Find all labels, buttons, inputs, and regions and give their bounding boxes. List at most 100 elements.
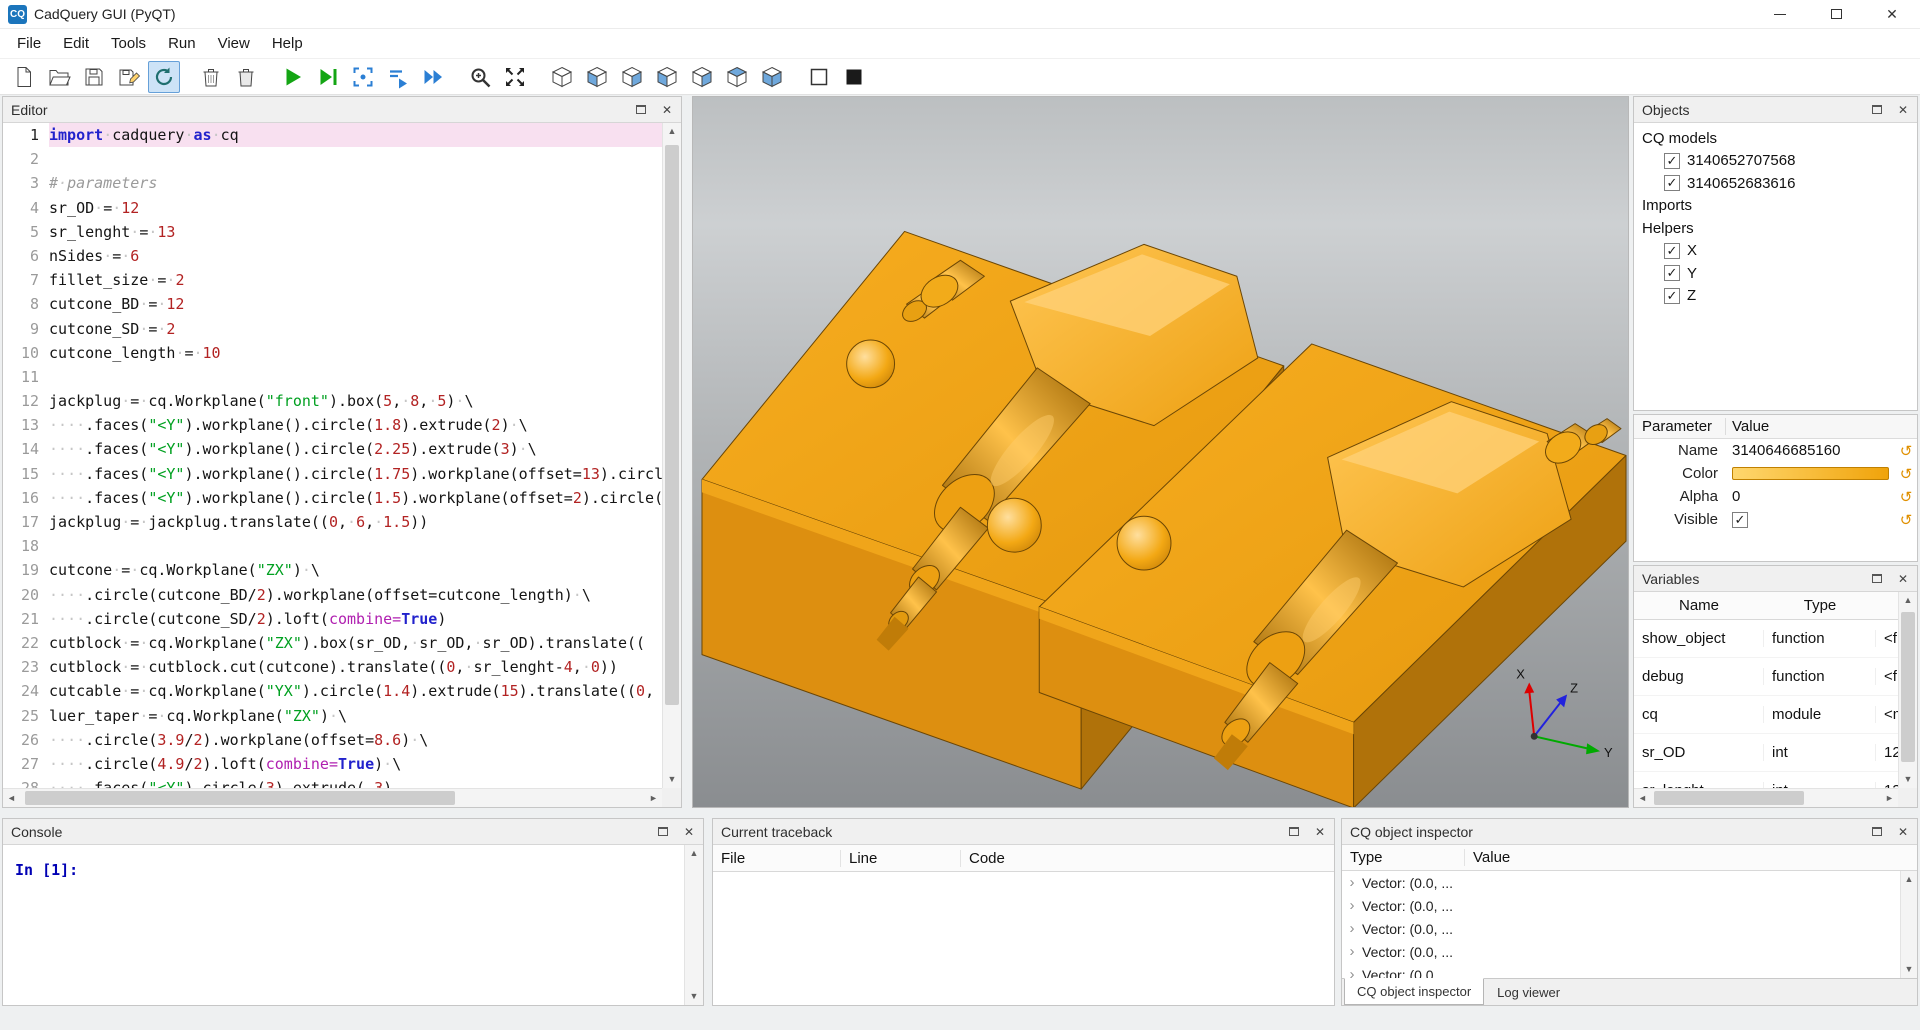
view-top-button[interactable]	[721, 61, 753, 93]
view-left-button[interactable]	[651, 61, 683, 93]
autoreload-button[interactable]	[148, 61, 180, 93]
expand-chevron-icon[interactable]: ›	[1342, 920, 1362, 937]
expand-chevron-icon[interactable]: ›	[1342, 874, 1362, 891]
variable-row[interactable]: show_objectfunction<f	[1634, 620, 1898, 658]
inspector-row[interactable]: ›Vector: (0.0, ...	[1342, 963, 1900, 978]
scroll-right-icon[interactable]: ►	[1881, 789, 1898, 807]
tree-item-3140652683616[interactable]: ✓3140652683616	[1634, 172, 1917, 195]
continue-button[interactable]	[417, 61, 449, 93]
close-button[interactable]: ✕	[1864, 0, 1920, 28]
checkbox-checked-icon[interactable]: ✓	[1664, 175, 1680, 191]
editor-dock-titlebar[interactable]: Editor ✕	[3, 97, 681, 123]
variables-dock-titlebar[interactable]: Variables ✕	[1634, 566, 1917, 592]
debug-button[interactable]	[312, 61, 344, 93]
float-panel-icon[interactable]	[1869, 824, 1885, 840]
zoom-fit-button[interactable]	[464, 61, 496, 93]
scroll-down-icon[interactable]: ▼	[685, 988, 703, 1005]
tree-item-z[interactable]: ✓Z	[1634, 285, 1917, 308]
scroll-left-icon[interactable]: ◄	[1634, 789, 1651, 807]
code-line[interactable]: 5sr_lenght·=·13	[3, 220, 662, 244]
scroll-down-icon[interactable]: ▼	[663, 771, 681, 788]
scrollbar-thumb[interactable]	[1901, 612, 1915, 762]
float-panel-icon[interactable]	[1286, 824, 1302, 840]
save-as-button[interactable]	[113, 61, 145, 93]
code-line[interactable]: 8cutcone_BD·=·12	[3, 292, 662, 316]
render-button[interactable]	[277, 61, 309, 93]
close-panel-icon[interactable]: ✕	[681, 824, 697, 840]
menu-tools[interactable]: Tools	[100, 31, 157, 56]
variable-row[interactable]: cqmodule<m	[1634, 696, 1898, 734]
reset-icon[interactable]: ↺	[1895, 442, 1917, 460]
menu-file[interactable]: File	[6, 31, 52, 56]
code-line[interactable]: 22cutblock·=·cq.Workplane("ZX").box(sr_O…	[3, 631, 662, 655]
color-swatch[interactable]	[1732, 467, 1889, 480]
scroll-up-icon[interactable]: ▲	[1899, 592, 1917, 609]
checkbox-checked-icon[interactable]: ✓	[1664, 243, 1680, 259]
code-line[interactable]: 18	[3, 534, 662, 558]
viewport-3d[interactable]: X Z Y	[692, 96, 1629, 808]
console-vertical-scrollbar[interactable]: ▲ ▼	[684, 845, 703, 1005]
editor-vertical-scrollbar[interactable]: ▲ ▼	[662, 123, 681, 788]
open-file-button[interactable]	[43, 61, 75, 93]
variable-row[interactable]: sr_ODint12	[1634, 734, 1898, 772]
scroll-right-icon[interactable]: ►	[645, 789, 662, 807]
variables-horizontal-scrollbar[interactable]: ◄ ►	[1634, 788, 1898, 807]
view-right-button[interactable]	[686, 61, 718, 93]
scroll-up-icon[interactable]: ▲	[1901, 871, 1917, 888]
save-button[interactable]	[78, 61, 110, 93]
close-panel-icon[interactable]: ✕	[1895, 102, 1911, 118]
view-iso-button[interactable]	[546, 61, 578, 93]
scroll-down-icon[interactable]: ▼	[1899, 771, 1917, 788]
clear-console-button[interactable]	[195, 61, 227, 93]
scroll-up-icon[interactable]: ▲	[663, 123, 681, 140]
console-input-area[interactable]: In [1]:	[3, 845, 684, 1005]
parameter-row-color[interactable]: Color↺	[1634, 462, 1917, 485]
inspector-row[interactable]: ›Vector: (0.0, ...	[1342, 894, 1900, 917]
code-line[interactable]: 6nSides·=·6	[3, 244, 662, 268]
scrollbar-thumb[interactable]	[665, 145, 679, 705]
code-line[interactable]: 23cutblock·=·cutblock.cut(cutcone).trans…	[3, 655, 662, 679]
code-line[interactable]: 16····.faces("<Y").workplane().circle(1.…	[3, 486, 662, 510]
parameter-row-visible[interactable]: Visible✓↺	[1634, 508, 1917, 531]
view-back-button[interactable]	[616, 61, 648, 93]
close-panel-icon[interactable]: ✕	[1895, 824, 1911, 840]
parameter-row-alpha[interactable]: Alpha0↺	[1634, 485, 1917, 508]
expand-chevron-icon[interactable]: ›	[1342, 966, 1362, 978]
wireframe-button[interactable]	[803, 61, 835, 93]
code-line[interactable]: 20····.circle(cutcone_BD/2).workplane(of…	[3, 583, 662, 607]
menu-view[interactable]: View	[207, 31, 261, 56]
code-line[interactable]: 24cutcable·=·cq.Workplane("YX").circle(1…	[3, 679, 662, 703]
checkbox-checked-icon[interactable]: ✓	[1664, 288, 1680, 304]
code-line[interactable]: 2	[3, 147, 662, 171]
code-line[interactable]: 13····.faces("<Y").workplane().circle(1.…	[3, 413, 662, 437]
parameter-row-name[interactable]: Name3140646685160↺	[1634, 439, 1917, 462]
traceback-dock-titlebar[interactable]: Current traceback ✕	[713, 819, 1334, 845]
code-editor[interactable]: 1import·cadquery·as·cq23#·parameters4sr_…	[3, 123, 662, 788]
minimize-button[interactable]	[1752, 0, 1808, 28]
checkbox-checked-icon[interactable]: ✓	[1664, 265, 1680, 281]
close-panel-icon[interactable]: ✕	[1895, 571, 1911, 587]
reset-icon[interactable]: ↺	[1895, 511, 1917, 529]
scroll-down-icon[interactable]: ▼	[1901, 961, 1917, 978]
console-dock-titlebar[interactable]: Console ✕	[3, 819, 703, 845]
close-panel-icon[interactable]: ✕	[659, 102, 675, 118]
run-console-button[interactable]	[382, 61, 414, 93]
scrollbar-thumb[interactable]	[1654, 791, 1804, 805]
menu-run[interactable]: Run	[157, 31, 207, 56]
inspector-row[interactable]: ›Vector: (0.0, ...	[1342, 871, 1900, 894]
variable-row[interactable]: sr_lenghtint13	[1634, 772, 1898, 788]
scroll-up-icon[interactable]: ▲	[685, 845, 703, 862]
scrollbar-thumb[interactable]	[25, 791, 455, 805]
code-line[interactable]: 26····.circle(3.9/2).workplane(offset=8.…	[3, 728, 662, 752]
close-panel-icon[interactable]: ✕	[1312, 824, 1328, 840]
tree-item-imports[interactable]: Imports	[1634, 195, 1917, 218]
float-panel-icon[interactable]	[1869, 571, 1885, 587]
inspector-vertical-scrollbar[interactable]: ▲ ▼	[1900, 871, 1917, 978]
tree-item-cq-models[interactable]: CQ models	[1634, 127, 1917, 150]
view-front-button[interactable]	[581, 61, 613, 93]
reset-icon[interactable]: ↺	[1895, 488, 1917, 506]
tree-item-helpers[interactable]: Helpers	[1634, 217, 1917, 240]
view-bottom-button[interactable]	[756, 61, 788, 93]
tree-item-3140652707568[interactable]: ✓3140652707568	[1634, 150, 1917, 173]
float-panel-icon[interactable]	[1869, 102, 1885, 118]
